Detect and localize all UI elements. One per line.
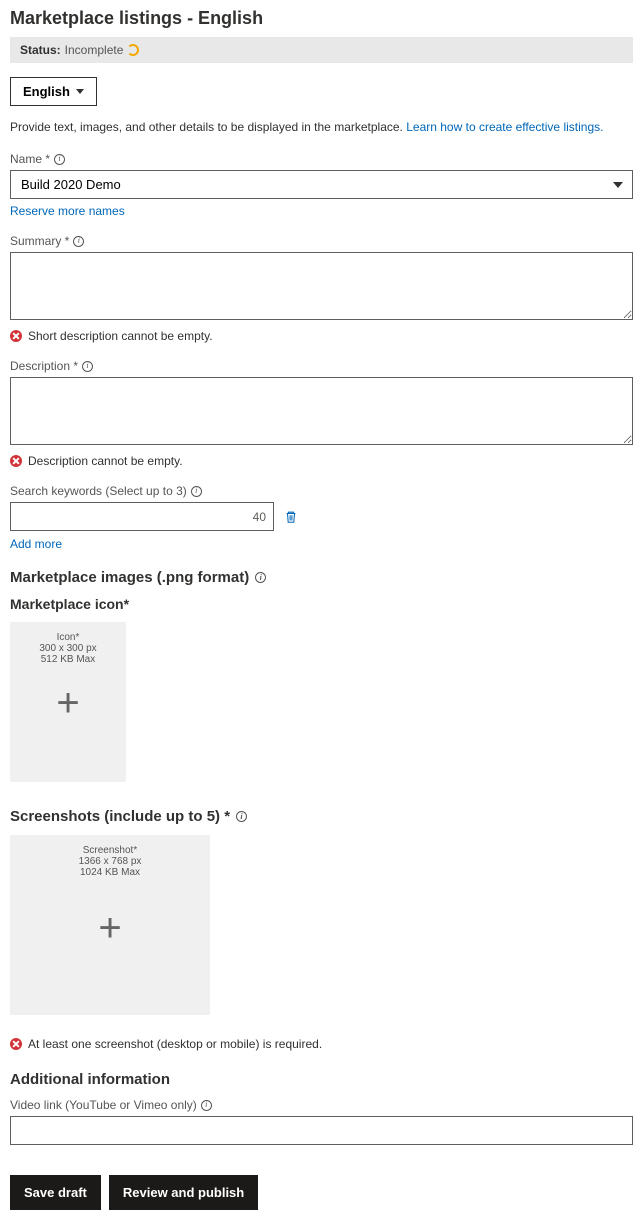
footer-actions: Save draft Review and publish — [0, 1165, 643, 1220]
reserve-names-link[interactable]: Reserve more names — [10, 204, 125, 218]
delete-keyword-button[interactable] — [284, 510, 298, 524]
screenshot-error: At least one screenshot (desktop or mobi… — [10, 1037, 633, 1051]
plus-icon: + — [56, 683, 79, 723]
info-icon[interactable]: i — [73, 236, 84, 247]
info-icon[interactable]: i — [255, 572, 266, 583]
language-dropdown[interactable]: English — [10, 77, 97, 106]
description-input[interactable] — [10, 377, 633, 445]
keyword-input[interactable] — [10, 502, 274, 531]
upload-max: 1024 KB Max — [80, 867, 140, 878]
summary-label: Summary * i — [10, 234, 633, 248]
error-icon — [10, 1038, 22, 1050]
keyword-char-count: 40 — [253, 510, 266, 524]
add-keyword-link[interactable]: Add more — [10, 537, 62, 551]
screenshot-upload[interactable]: Screenshot* 1366 x 768 px 1024 KB Max + — [10, 835, 210, 1015]
description-label: Description * i — [10, 359, 633, 373]
helper-link[interactable]: Learn how to create effective listings. — [406, 120, 603, 134]
info-icon[interactable]: i — [236, 811, 247, 822]
plus-icon: + — [98, 908, 121, 948]
page-title: Marketplace listings - English — [10, 0, 633, 37]
upload-label: Screenshot* — [83, 845, 137, 856]
info-icon[interactable]: i — [191, 486, 202, 497]
error-icon — [10, 330, 22, 342]
summary-input[interactable] — [10, 252, 633, 320]
status-value: Incomplete — [65, 43, 124, 57]
name-label: Name * i — [10, 152, 633, 166]
trash-icon — [284, 510, 298, 524]
description-error: Description cannot be empty. — [10, 454, 633, 468]
summary-error: Short description cannot be empty. — [10, 329, 633, 343]
video-link-label: Video link (YouTube or Vimeo only) i — [10, 1098, 633, 1112]
upload-size: 1366 x 768 px — [79, 856, 142, 867]
info-icon[interactable]: i — [201, 1100, 212, 1111]
upload-max: 512 KB Max — [41, 654, 95, 665]
keywords-label: Search keywords (Select up to 3) i — [10, 484, 633, 498]
screenshots-title: Screenshots (include up to 5) * i — [10, 808, 633, 825]
upload-label: Icon* — [57, 632, 80, 643]
marketplace-icon-title: Marketplace icon* — [10, 596, 633, 612]
status-bar: Status: Incomplete — [10, 37, 633, 63]
language-label: English — [23, 84, 70, 99]
error-icon — [10, 455, 22, 467]
additional-info-title: Additional information — [10, 1071, 633, 1088]
video-link-input[interactable] — [10, 1116, 633, 1145]
info-icon[interactable]: i — [82, 361, 93, 372]
icon-upload[interactable]: Icon* 300 x 300 px 512 KB Max + — [10, 622, 126, 782]
upload-size: 300 x 300 px — [39, 643, 96, 654]
name-select[interactable] — [10, 170, 633, 199]
status-pending-icon — [127, 44, 139, 56]
status-label: Status: — [20, 43, 61, 57]
save-draft-button[interactable]: Save draft — [10, 1175, 101, 1210]
images-section-title: Marketplace images (.png format) i — [10, 569, 633, 586]
chevron-down-icon — [76, 89, 84, 94]
helper-text: Provide text, images, and other details … — [10, 120, 633, 134]
info-icon[interactable]: i — [54, 154, 65, 165]
review-publish-button[interactable]: Review and publish — [109, 1175, 258, 1210]
